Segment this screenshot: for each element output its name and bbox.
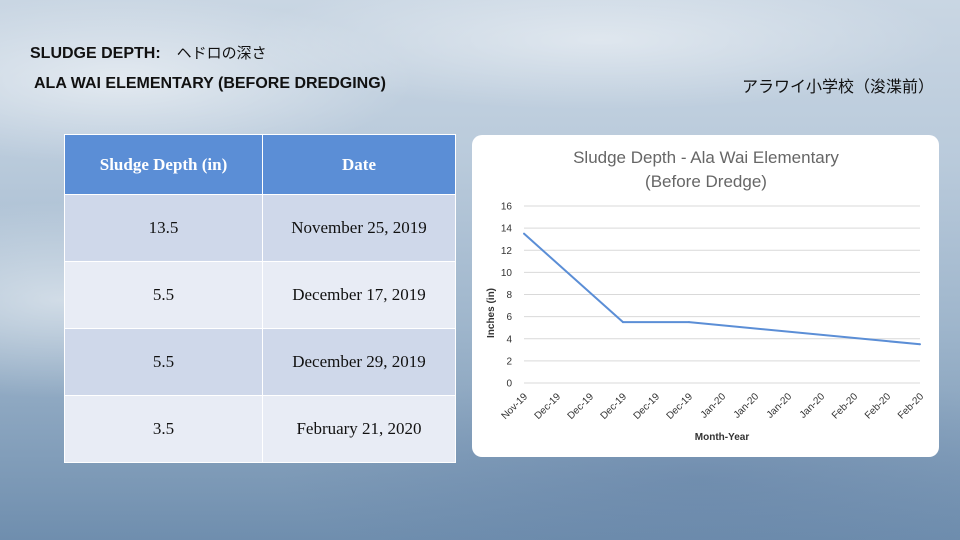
data-point [523, 232, 525, 235]
x-tick-label: Jan-20 [798, 391, 828, 421]
slide-title: SLUDGE DEPTH: ヘドロの深さ [30, 42, 267, 63]
y-tick-label: 4 [506, 334, 512, 345]
x-tick-label: Dec-19 [533, 391, 564, 422]
x-tick-label: Dec-19 [665, 391, 696, 422]
chart-title: Sludge Depth - Ala Wai Elementary [573, 148, 839, 167]
sludge-depth-table: Sludge Depth (in) Date 13.5 November 25,… [64, 134, 456, 463]
x-tick-label: Dec-19 [632, 391, 663, 422]
depth-cell: 3.5 [64, 395, 263, 463]
y-tick-label: 14 [501, 224, 513, 235]
x-tick-label: Feb-20 [830, 391, 860, 421]
depth-cell: 13.5 [64, 194, 263, 262]
x-axis-label: Month-Year [695, 432, 750, 443]
y-tick-label: 10 [501, 268, 513, 279]
x-tick-label: Jan-20 [765, 391, 795, 421]
column-header-depth: Sludge Depth (in) [64, 134, 263, 195]
y-tick-label: 12 [501, 246, 513, 257]
table-row: 3.5 February 21, 2020 [64, 395, 456, 463]
table-header-row: Sludge Depth (in) Date [64, 134, 456, 195]
x-tick-label: Feb-20 [863, 391, 893, 421]
title-japanese: ヘドロの深さ [176, 44, 267, 62]
y-tick-label: 2 [506, 356, 512, 367]
chart-subtitle: (Before Dredge) [645, 172, 767, 191]
table-row: 5.5 December 17, 2019 [64, 261, 456, 329]
x-tick-label: Dec-19 [566, 391, 597, 422]
column-header-date: Date [262, 134, 456, 195]
x-tick-label: Dec-19 [599, 391, 630, 422]
data-point [622, 321, 624, 324]
table-row: 13.5 November 25, 2019 [64, 194, 456, 262]
data-point [688, 321, 690, 324]
table-row: 5.5 December 29, 2019 [64, 328, 456, 396]
chart-card: Sludge Depth - Ala Wai Elementary (Befor… [472, 135, 939, 457]
y-tick-label: 16 [501, 202, 513, 213]
y-tick-label: 8 [506, 290, 512, 301]
depth-cell: 5.5 [64, 328, 263, 396]
y-axis-label: Inches (in) [486, 288, 497, 338]
x-tick-label: Nov-19 [500, 391, 531, 422]
title-english: SLUDGE DEPTH: [30, 45, 161, 62]
x-tick-label: Jan-20 [699, 391, 729, 421]
date-cell: December 29, 2019 [262, 328, 456, 396]
slide-subtitle-japanese: アラワイ小学校（浚渫前） [741, 77, 934, 96]
x-tick-label: Feb-20 [896, 391, 926, 421]
y-tick-label: 0 [506, 379, 512, 390]
data-point [919, 343, 921, 346]
slide-subtitle: ALA WAI ELEMENTARY (BEFORE DREDGING) [34, 75, 386, 92]
date-cell: November 25, 2019 [262, 194, 456, 262]
y-tick-label: 6 [506, 312, 512, 323]
date-cell: December 17, 2019 [262, 261, 456, 329]
line-chart: Sludge Depth - Ala Wai Elementary (Befor… [486, 148, 926, 443]
x-tick-label: Jan-20 [732, 391, 762, 421]
date-cell: February 21, 2020 [262, 395, 456, 463]
depth-cell: 5.5 [64, 261, 263, 329]
